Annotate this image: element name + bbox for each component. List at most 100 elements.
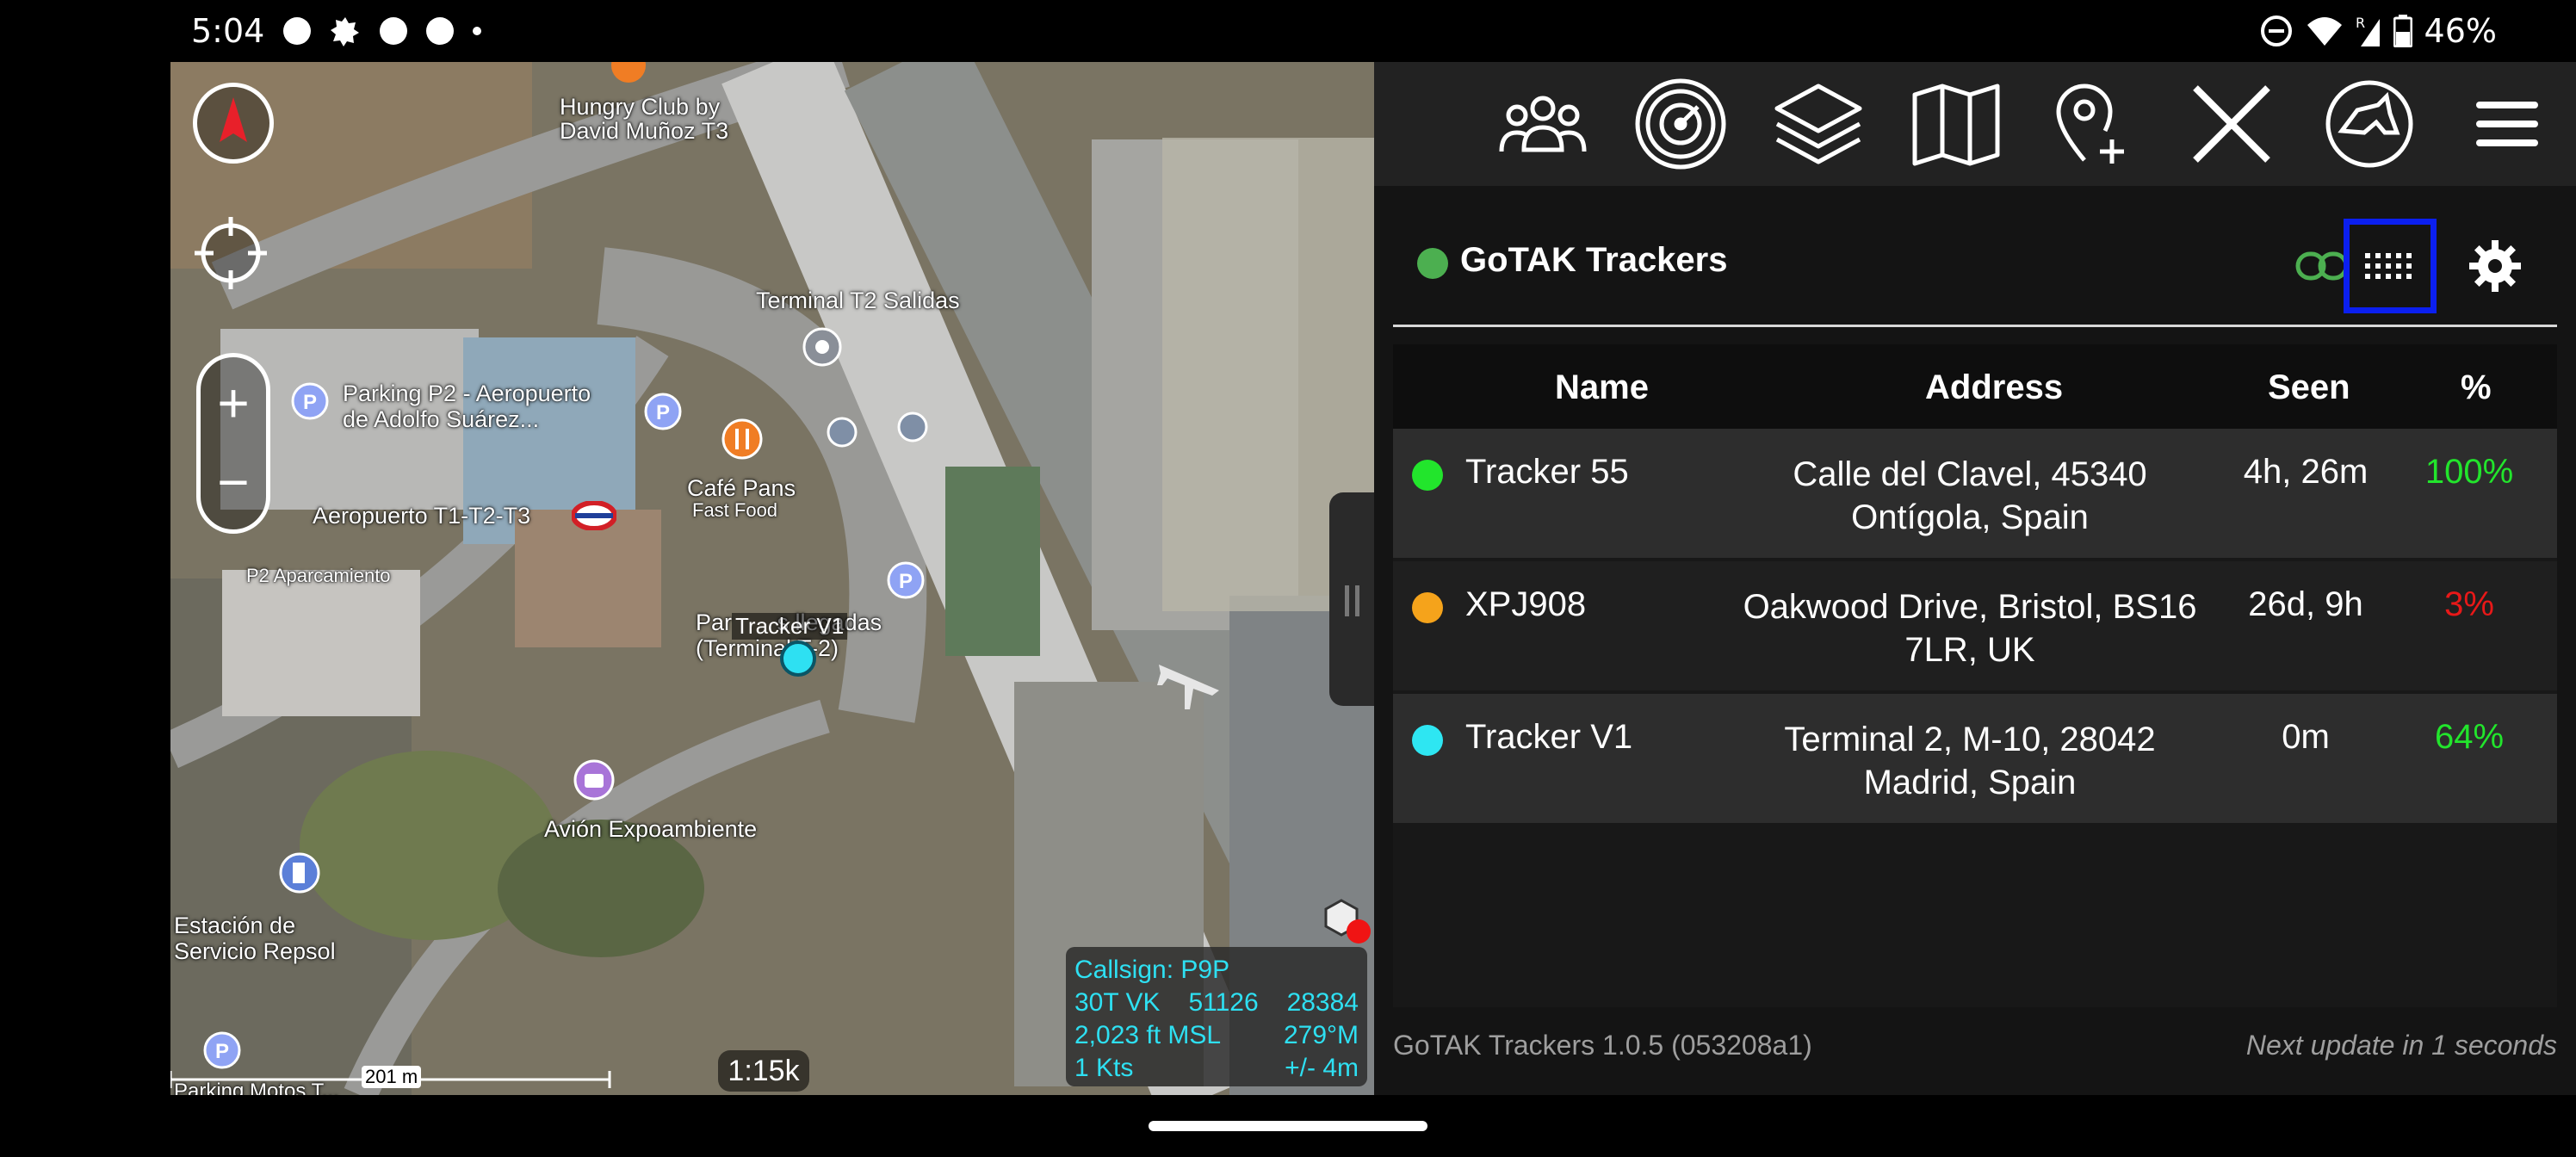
map-label-avion[interactable]: Avión Expoambiente xyxy=(544,816,757,843)
map-label-aeropuerto[interactable]: Aeropuerto T1-T2-T3 xyxy=(313,503,530,529)
tracker-seen: 26d, 9h xyxy=(2248,585,2363,623)
mgrs-easting: 51126 xyxy=(1188,988,1259,1017)
settings-button[interactable] xyxy=(2449,219,2542,313)
self-info-box[interactable]: Callsign: P9P 30T VK 51126 28384 2,023 f… xyxy=(1066,947,1367,1086)
notification-circle-icon xyxy=(380,17,408,45)
radar-icon xyxy=(1635,78,1726,170)
map-label-fast-food: Fast Food xyxy=(692,499,778,521)
tracker-status-dot xyxy=(1412,460,1443,491)
self-location-icon[interactable] xyxy=(1322,897,1374,949)
dialpad-button[interactable] xyxy=(2344,219,2437,313)
tracker-address: Oakwood Drive, Bristol, BS16 7LR, UK xyxy=(1743,588,2197,669)
compass-button[interactable] xyxy=(193,83,274,164)
column-header-seen[interactable]: Seen xyxy=(2268,368,2350,407)
table-row[interactable]: Tracker 55 Calle del Clavel, 45340 Ontíg… xyxy=(1393,429,2557,558)
parking-pin-icon[interactable]: P xyxy=(203,1031,241,1069)
zoom-in-button[interactable]: + xyxy=(201,364,266,442)
airplane-icon xyxy=(1157,665,1219,709)
tracker-name: Tracker 55 xyxy=(1465,453,1629,491)
column-header-name[interactable]: Name xyxy=(1555,368,1649,407)
add-point-icon xyxy=(2056,84,2124,164)
tracker-seen: 4h, 26m xyxy=(2243,453,2369,491)
table-header: Name Address Seen % xyxy=(1393,344,2557,429)
map-label-terminal-t2-salidas[interactable]: Terminal T2 Salidas xyxy=(756,288,960,314)
tracker-status-dot xyxy=(1412,725,1443,756)
dialpad-grid-icon xyxy=(2365,253,2412,279)
panel-resize-handle[interactable] xyxy=(1329,492,1374,706)
column-header-address[interactable]: Address xyxy=(1925,368,2063,407)
crosshair-icon xyxy=(195,217,267,289)
link-icon xyxy=(2295,251,2349,281)
tracker-map-label[interactable]: Tracker V1 xyxy=(732,613,848,640)
metro-station-icon[interactable] xyxy=(572,501,616,530)
tracker-name: Tracker V1 xyxy=(1465,718,1633,756)
tracker-battery: 3% xyxy=(2444,585,2494,623)
tracker-address: Terminal 2, M-10, 28042 Madrid, Spain xyxy=(1784,721,2156,801)
zoom-out-button[interactable]: − xyxy=(201,443,266,521)
signal-icon: R xyxy=(2356,15,2380,46)
map-label-parking-p2[interactable]: Parking P2 - Aeropuerto de Adolfo Suárez… xyxy=(343,381,591,432)
svg-text:R: R xyxy=(2356,15,2365,31)
compass-north-icon xyxy=(220,97,247,142)
radar-button[interactable] xyxy=(1634,77,1727,170)
terminal-pin-icon[interactable] xyxy=(802,327,842,367)
locate-me-button[interactable] xyxy=(193,215,269,291)
clear-tool-button[interactable] xyxy=(2185,77,2278,170)
add-point-button[interactable] xyxy=(2047,77,2140,170)
table-row[interactable]: XPJ908 Oakwood Drive, Bristol, BS16 7LR,… xyxy=(1393,561,2557,690)
close-tool-icon xyxy=(2193,85,2270,163)
table-row[interactable]: Tracker V1 Terminal 2, M-10, 28042 Madri… xyxy=(1393,694,2557,823)
battery-icon xyxy=(2393,15,2412,47)
parking-pin-icon[interactable]: P xyxy=(644,393,682,430)
dog-icon xyxy=(2325,80,2413,168)
map-label-cafe-pans[interactable]: Café Pans xyxy=(687,475,796,502)
top-toolbar xyxy=(1374,62,2576,186)
dog-tracker-button[interactable] xyxy=(2323,77,2416,170)
next-update-text: Next update in 1 seconds xyxy=(2245,1030,2557,1061)
poi-pin-partial-icon[interactable] xyxy=(610,62,647,84)
notification-circle-icon xyxy=(426,17,455,45)
map-label-estacion[interactable]: Estación de Servicio Repsol xyxy=(174,913,336,964)
map-button[interactable] xyxy=(1910,77,2003,170)
contacts-button[interactable] xyxy=(1496,77,1589,170)
tracker-v1-marker[interactable] xyxy=(780,640,816,677)
svg-text:P: P xyxy=(656,401,670,424)
main-menu-button[interactable] xyxy=(2461,77,2554,170)
mgrs-northing: 28384 xyxy=(1286,988,1359,1017)
tracker-battery: 100% xyxy=(2424,453,2514,491)
mgrs-zone: 30T VK xyxy=(1074,988,1161,1017)
map-label-hungry-club[interactable]: Hungry Club by David Muñoz T3 xyxy=(560,95,728,143)
bus-stop-icon[interactable] xyxy=(897,411,928,442)
gesture-nav-bar[interactable] xyxy=(1149,1121,1427,1131)
status-time: 5:04 xyxy=(191,12,265,50)
zoom-control: + − xyxy=(196,353,270,534)
map-label-p2-aparcamiento[interactable]: P2 Aparcamiento xyxy=(246,565,391,587)
notification-circle-icon xyxy=(283,17,312,45)
parking-pin-icon[interactable]: P xyxy=(887,561,925,599)
handle-grip-line xyxy=(1345,585,1349,616)
bus-stop-icon[interactable] xyxy=(827,417,858,448)
panel-footer: GoTAK Trackers 1.0.5 (053208a1) Next upd… xyxy=(1393,1021,2557,1081)
callsign-text: Callsign: P9P xyxy=(1074,956,1230,984)
layers-button[interactable] xyxy=(1772,77,1865,170)
contacts-icon xyxy=(1499,96,1587,152)
map-icon xyxy=(1912,84,2000,166)
camera-pin-icon[interactable] xyxy=(573,759,615,801)
tracker-address: Calle del Clavel, 45340 Ontígola, Spain xyxy=(1793,455,2147,536)
connection-status-indicator xyxy=(1417,248,1448,279)
altitude-row: 2,023 ft MSL 279°M xyxy=(1074,1019,1359,1052)
layers-icon xyxy=(1774,84,1862,164)
map-view[interactable]: Hungry Club by David Muñoz T3 Terminal T… xyxy=(170,62,1374,1095)
column-header-percent[interactable]: % xyxy=(2461,368,2492,407)
accuracy-text: +/- 4m xyxy=(1285,1054,1359,1082)
status-bar: 5:04 R 46% xyxy=(0,0,2576,62)
svg-text:P: P xyxy=(303,391,317,414)
tracker-seen: 0m xyxy=(2282,718,2330,756)
gas-station-pin-icon[interactable] xyxy=(279,852,320,894)
parking-pin-icon[interactable]: P xyxy=(291,382,329,420)
more-notifications-dot-icon xyxy=(473,27,482,35)
svg-text:P: P xyxy=(215,1040,229,1063)
tracker-battery: 64% xyxy=(2434,718,2505,756)
restaurant-pin-icon[interactable] xyxy=(721,418,763,460)
zoom-level[interactable]: 1:15k xyxy=(718,1050,809,1092)
